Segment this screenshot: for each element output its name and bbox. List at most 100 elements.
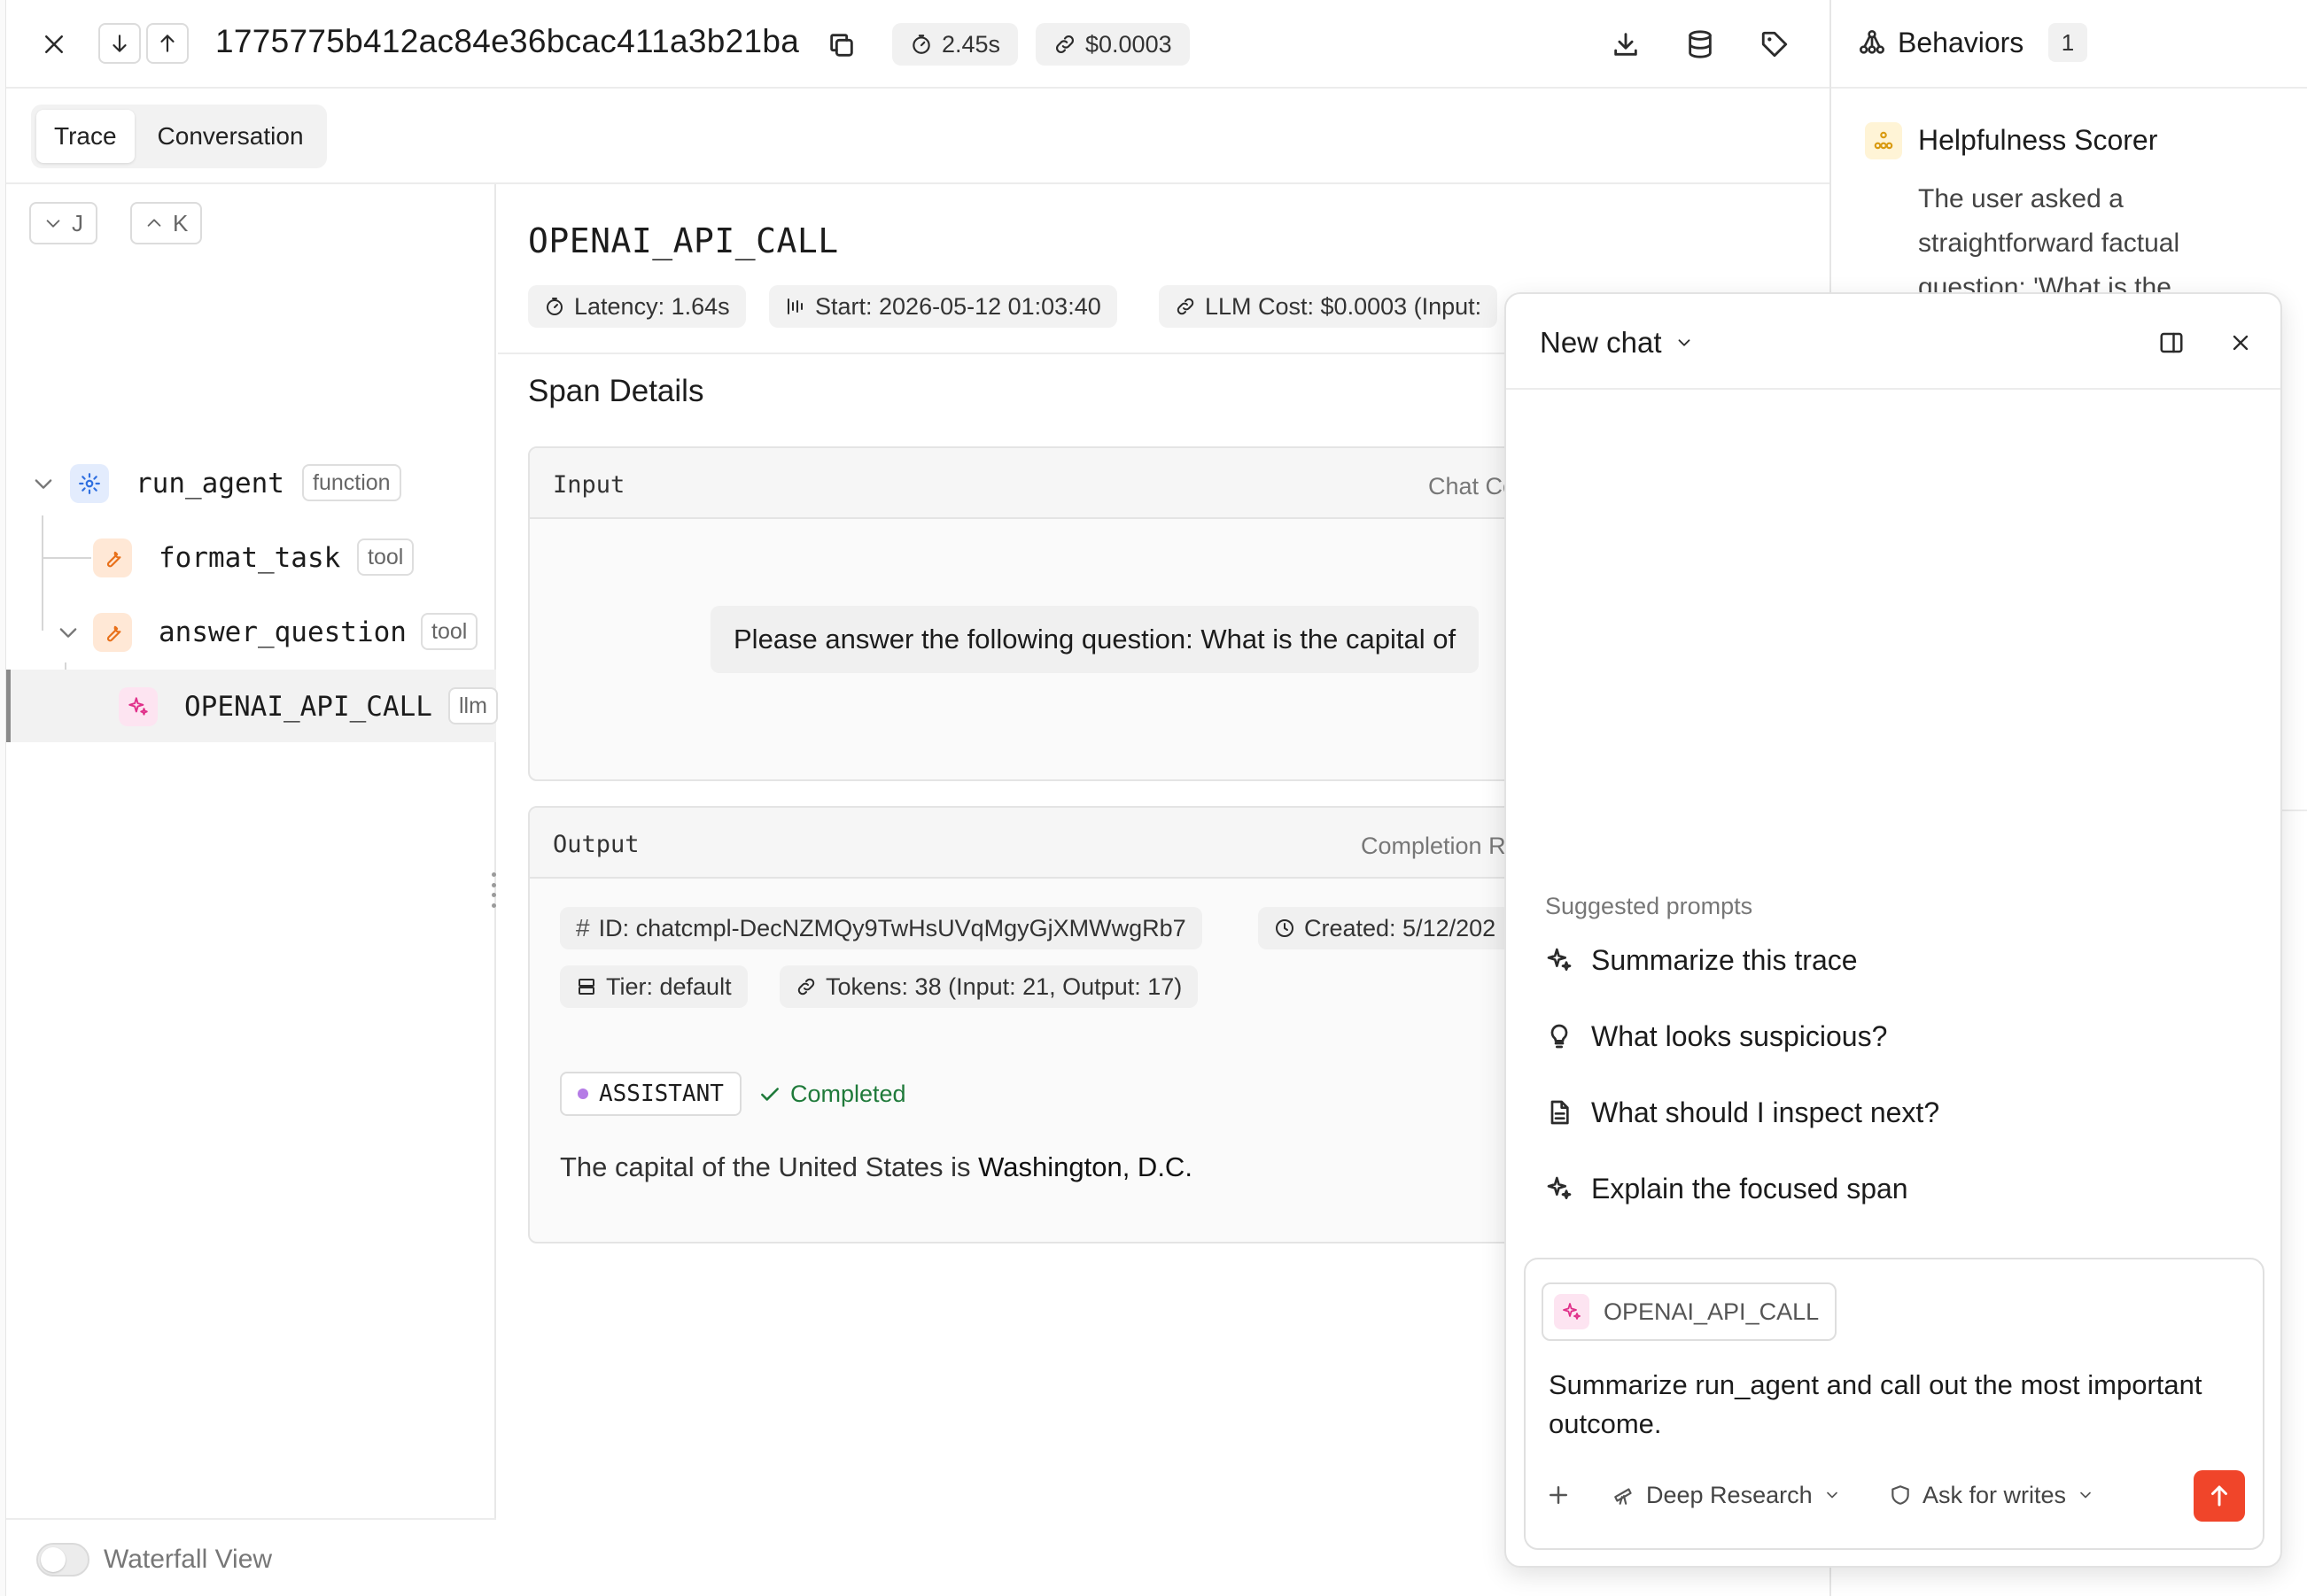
node-name: run_agent: [136, 468, 284, 500]
suggested-prompt-label: What looks suspicious?: [1591, 1019, 1888, 1052]
output-format-label: Completion R: [1361, 833, 1506, 859]
plus-icon: [1550, 1486, 1567, 1504]
waterfall-label: Waterfall View: [104, 1545, 273, 1574]
trace-id: 1775775b412ac84e36bcac411a3b21ba: [215, 23, 800, 59]
tab-trace[interactable]: Trace: [36, 110, 135, 163]
suggested-prompt[interactable]: Explain the focused span: [1545, 1162, 1908, 1215]
nav-up-key: K: [173, 209, 189, 236]
next-span-button[interactable]: [98, 23, 141, 64]
context-span-chip[interactable]: OPENAI_API_CALL: [1542, 1282, 1837, 1341]
behaviors-icon: [1858, 28, 1886, 57]
chat-title: New chat: [1540, 326, 1662, 359]
chat-header: New chat: [1506, 294, 2280, 390]
copy-icon[interactable]: [821, 25, 862, 66]
waterfall-view-bar: Waterfall View: [6, 1518, 496, 1596]
nav-down-key-button[interactable]: J: [29, 202, 97, 244]
llm-cost-value: LLM Cost: $0.0003 (Input:: [1205, 292, 1482, 320]
document-icon: [1550, 1100, 1569, 1125]
node-name: format_task: [159, 542, 341, 574]
start-time-value: Start: 2026-05-12 01:03:40: [815, 292, 1101, 320]
suggested-prompt[interactable]: What looks suspicious?: [1545, 1010, 1887, 1063]
tab-conversation[interactable]: Conversation: [140, 110, 322, 163]
dock-panel-icon[interactable]: [2153, 324, 2190, 361]
gear-icon: [70, 464, 109, 503]
prev-span-button[interactable]: [146, 23, 189, 64]
chevron-down-icon[interactable]: [56, 620, 81, 645]
nav-down-key: J: [72, 209, 83, 236]
scorer-explanation: The user asked a straightforward factual…: [1918, 184, 2180, 302]
mode-selector[interactable]: Deep Research: [1612, 1472, 1841, 1518]
sparkle-icon: [1547, 948, 1572, 971]
tokens-value: Tokens: 38 (Input: 21, Output: 17): [826, 972, 1183, 1000]
node-name: OPENAI_API_CALL: [184, 691, 432, 723]
tokens-chip: Tokens: 38 (Input: 21, Output: 17): [780, 965, 1199, 1008]
scorer-name[interactable]: Helpfulness Scorer: [1918, 124, 2157, 157]
check-icon: [761, 1087, 779, 1101]
download-icon[interactable]: [1604, 23, 1647, 66]
nav-up-key-button[interactable]: K: [130, 202, 203, 244]
panel-resize-handle[interactable]: [489, 872, 498, 908]
chat-selector[interactable]: New chat: [1540, 326, 1694, 360]
close-chat-icon[interactable]: [2222, 324, 2259, 361]
duration-pill: 2.45s: [892, 23, 1019, 66]
suggested-prompts-label: Suggested prompts: [1545, 893, 1753, 919]
tag-icon[interactable]: [1753, 23, 1796, 66]
cost-value: $0.0003: [1085, 30, 1172, 58]
answer-highlight: Washington, D.C.: [978, 1151, 1192, 1182]
duration-value: 2.45s: [942, 30, 1001, 58]
permission-selector[interactable]: Ask for writes: [1889, 1472, 2094, 1518]
suggested-prompt[interactable]: Summarize this trace: [1545, 934, 1858, 987]
behaviors-count: 1: [2048, 23, 2087, 62]
output-label: Output: [553, 831, 640, 858]
stopwatch-icon: [547, 298, 563, 315]
node-type-badge: tool: [421, 613, 478, 650]
left-edge-rail: [0, 0, 6, 1596]
tree-node-openai-api-call[interactable]: OPENAI_API_CALL llm: [6, 670, 498, 742]
behaviors-title: Behaviors: [1898, 27, 2024, 58]
sparkle-icon: [1554, 1294, 1589, 1329]
top-bar: 1775775b412ac84e36bcac411a3b21ba 2.45s $…: [6, 0, 1829, 89]
cost-pill: $0.0003: [1036, 23, 1190, 66]
chevron-down-icon: [1826, 1491, 1837, 1499]
shield-icon: [1891, 1485, 1909, 1505]
chat-input[interactable]: Summarize run_agent and call out the mos…: [1549, 1366, 2249, 1444]
timeline-icon: [788, 298, 803, 314]
clock-icon: [1276, 919, 1293, 937]
chevron-down-icon: [1678, 339, 1689, 346]
view-tabs-row: Trace Conversation: [6, 89, 1829, 184]
server-icon: [579, 979, 594, 995]
arrow-up-icon: [160, 35, 175, 52]
sparkle-icon: [1547, 1176, 1572, 1199]
close-icon[interactable]: [35, 25, 74, 64]
node-type-badge: function: [302, 464, 401, 501]
status-label: Completed: [790, 1081, 906, 1107]
assistant-answer: The capital of the United States is Wash…: [560, 1151, 1192, 1183]
role-label: ASSISTANT: [599, 1081, 724, 1107]
tree-node-run-agent[interactable]: run_agent function: [6, 446, 496, 519]
arrow-down-icon: [113, 35, 127, 52]
stopwatch-icon: [913, 35, 930, 54]
assistant-chat-panel: New chat Suggested prompts Summarize thi…: [1504, 292, 2282, 1568]
send-button[interactable]: [2194, 1470, 2245, 1522]
chevron-down-icon[interactable]: [31, 471, 56, 496]
span-tree-panel: J K run_agent function format_task tool …: [6, 184, 498, 1596]
latency-value: Latency: 1.64s: [574, 292, 730, 320]
waterfall-toggle[interactable]: [36, 1543, 89, 1577]
completion-id: ID: chatcmpl-DecNZMQy9TwHsUVqMgyGjXMWwgR…: [598, 914, 1186, 941]
role-dot: [578, 1089, 588, 1099]
span-title: OPENAI_API_CALL: [528, 221, 839, 260]
chevron-up-icon: [147, 219, 161, 227]
tree-node-answer-question[interactable]: answer_question tool: [6, 595, 496, 668]
tree-node-format-task[interactable]: format_task tool: [6, 521, 496, 593]
lightbulb-icon: [1550, 1024, 1568, 1049]
tier-chip: Tier: default: [560, 965, 748, 1008]
add-attachment-button[interactable]: [1545, 1472, 1572, 1518]
suggested-prompt[interactable]: What should I inspect next?: [1545, 1086, 1939, 1139]
node-name: answer_question: [159, 616, 407, 648]
database-icon[interactable]: [1679, 23, 1721, 66]
arrow-up-icon: [2211, 1485, 2227, 1507]
start-time-pill: Start: 2026-05-12 01:03:40: [769, 285, 1117, 328]
created-chip: Created: 5/12/202: [1258, 907, 1512, 949]
context-span-label: OPENAI_API_CALL: [1604, 1298, 1820, 1325]
wrench-icon: [93, 538, 132, 577]
